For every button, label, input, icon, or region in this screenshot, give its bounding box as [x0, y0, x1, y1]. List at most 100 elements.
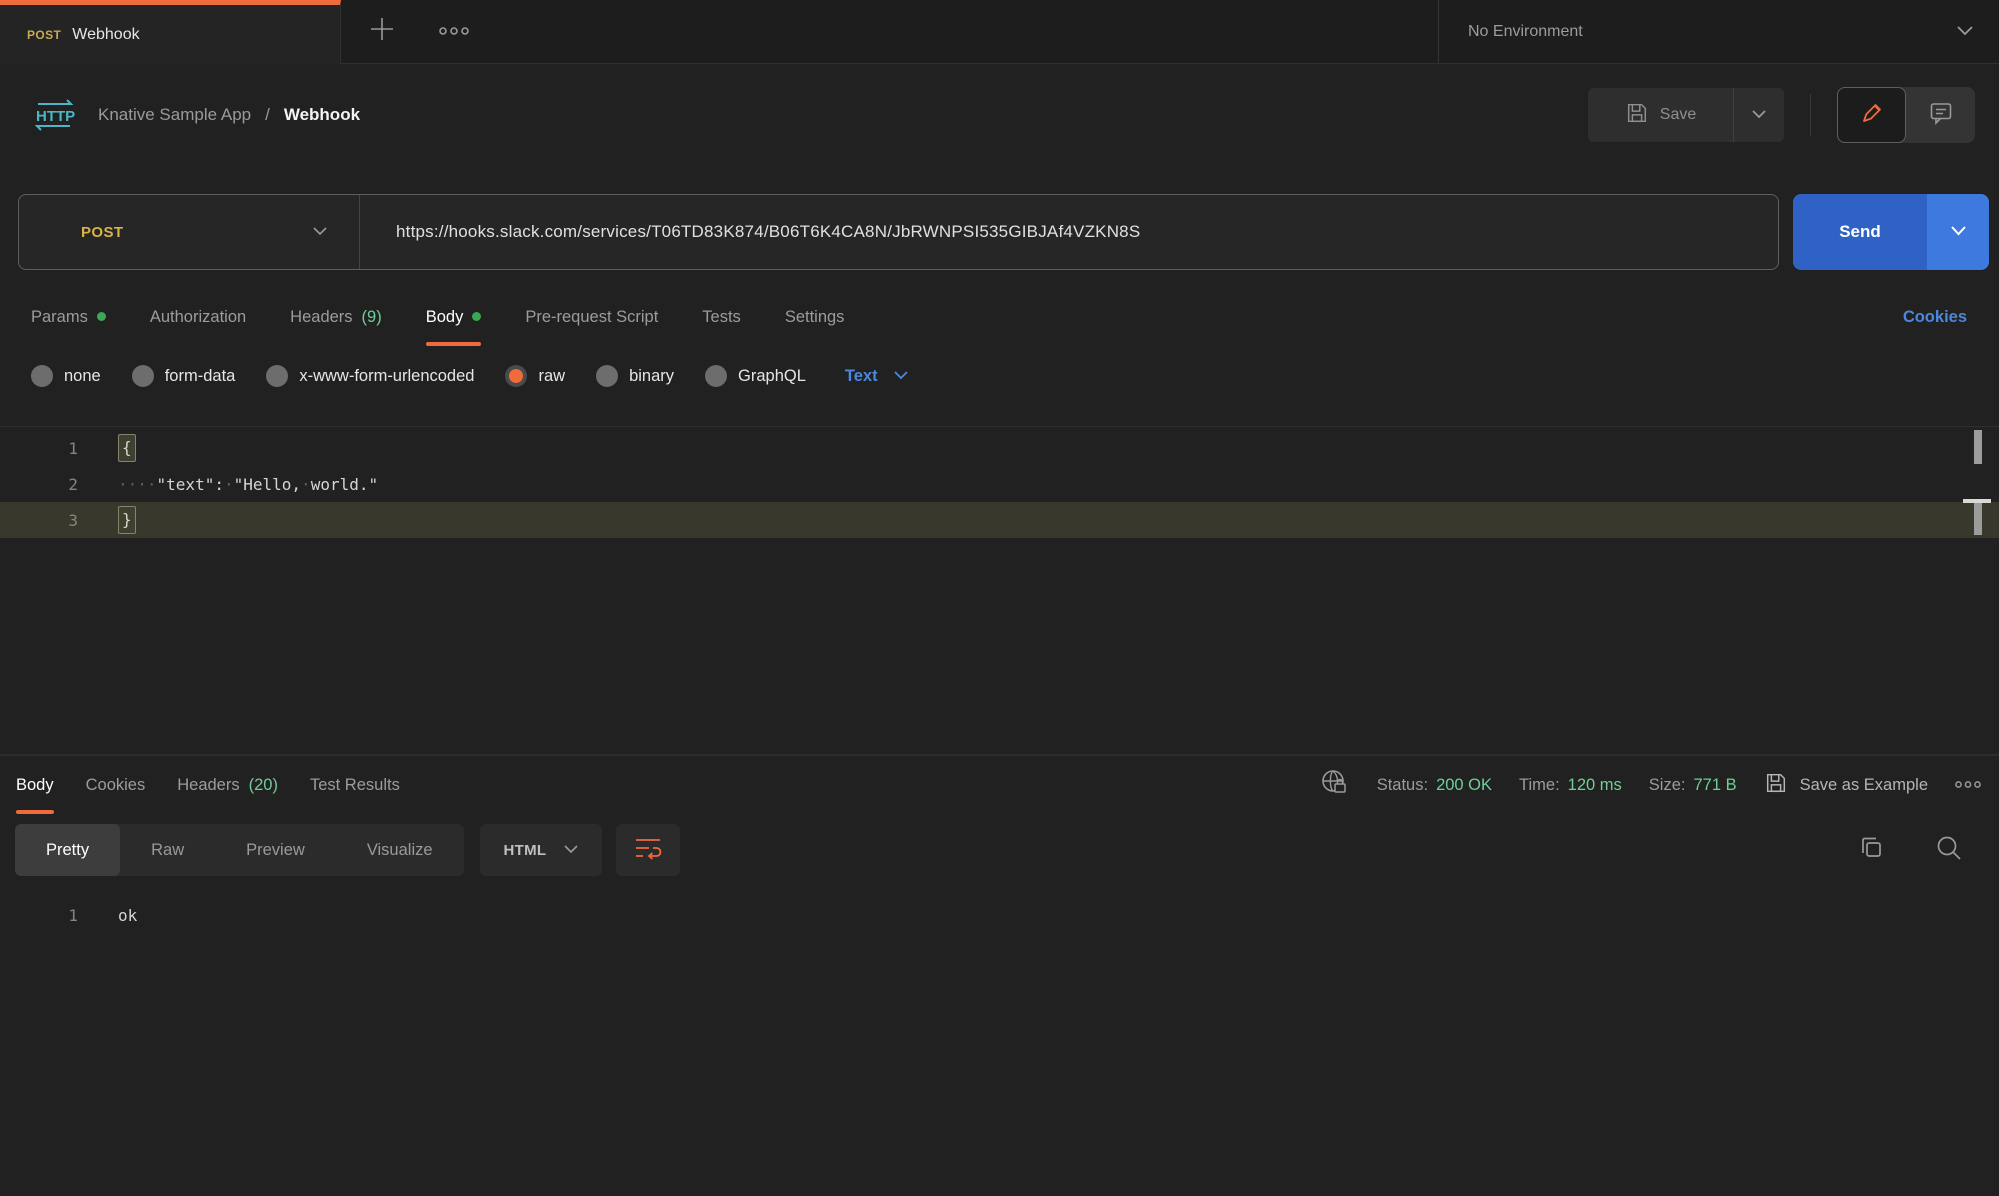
request-body-editor[interactable]: 1 { 2 ····"text":·"Hello,·world." 3 }	[0, 426, 1999, 754]
breadcrumb-collection[interactable]: Knative Sample App	[98, 105, 251, 125]
globe-lock-icon	[1320, 768, 1350, 803]
response-tab-headers[interactable]: Headers (20)	[177, 756, 278, 814]
comment-icon	[1928, 100, 1954, 131]
tab-params-label: Params	[31, 308, 88, 327]
copy-response-button[interactable]	[1857, 834, 1885, 867]
svg-text:HTTP: HTTP	[36, 108, 75, 125]
tab-authorization[interactable]: Authorization	[150, 288, 246, 346]
pencil-icon	[1860, 101, 1884, 130]
url-input[interactable]: https://hooks.slack.com/services/T06TD83…	[360, 222, 1140, 242]
tab-authorization-label: Authorization	[150, 308, 246, 327]
tab-options-button[interactable]	[439, 23, 469, 41]
comments-button[interactable]	[1906, 87, 1975, 143]
mode-none-label: none	[64, 367, 101, 386]
method-label: POST	[81, 224, 123, 241]
mode-none[interactable]: none	[31, 365, 101, 387]
scrollbar-annotation-mark[interactable]	[1974, 430, 1982, 464]
mode-raw[interactable]: raw	[505, 365, 565, 387]
editor-active-line[interactable]: 3 }	[0, 502, 1999, 538]
tab-headers[interactable]: Headers (9)	[290, 288, 382, 346]
raw-type-selector[interactable]: Text	[845, 367, 908, 386]
response-toolbar: Pretty Raw Preview Visualize HTML	[0, 824, 1999, 876]
view-raw[interactable]: Raw	[120, 824, 215, 876]
method-selector[interactable]: POST	[19, 223, 359, 241]
body-modified-dot	[472, 312, 481, 321]
time-meta[interactable]: Time: 120 ms	[1519, 776, 1622, 795]
tab-tests-label: Tests	[702, 308, 741, 327]
save-as-example-button[interactable]: Save as Example	[1764, 771, 1928, 800]
http-protocol-icon: HTTP	[32, 97, 76, 133]
pane-mode-toggle	[1837, 87, 1975, 143]
save-icon	[1625, 101, 1649, 130]
status-meta[interactable]: Status: 200 OK	[1377, 776, 1492, 795]
editor-line[interactable]: 2 ····"text":·"Hello,·world."	[0, 466, 1999, 502]
view-pretty[interactable]: Pretty	[15, 824, 120, 876]
tab-body[interactable]: Body	[426, 288, 482, 346]
tab-params[interactable]: Params	[31, 288, 106, 346]
response-tab-headers-label: Headers	[177, 776, 239, 795]
response-tab-test-results[interactable]: Test Results	[310, 756, 400, 814]
response-tab-cookies[interactable]: Cookies	[86, 756, 146, 814]
divider	[1810, 94, 1811, 136]
search-icon	[1935, 834, 1963, 867]
tab-settings[interactable]: Settings	[785, 288, 845, 346]
view-preview[interactable]: Preview	[215, 824, 336, 876]
request-tab[interactable]: POST Webhook	[0, 0, 341, 64]
new-tab-button[interactable]	[369, 16, 395, 47]
view-preview-label: Preview	[246, 841, 305, 860]
response-tab-body[interactable]: Body	[16, 756, 54, 814]
view-visualize-label: Visualize	[367, 841, 433, 860]
mode-binary-label: binary	[629, 367, 674, 386]
wrap-text-button[interactable]	[616, 824, 680, 876]
scrollbar-annotation-mark[interactable]	[1974, 503, 1982, 535]
size-meta[interactable]: Size: 771 B	[1649, 776, 1737, 795]
json-value: world."	[311, 475, 378, 494]
breadcrumb-request-name[interactable]: Webhook	[284, 105, 360, 125]
network-info-button[interactable]	[1320, 768, 1350, 803]
mode-form-data[interactable]: form-data	[132, 365, 236, 387]
tab-pre-request-label: Pre-request Script	[525, 308, 658, 327]
save-as-example-label: Save as Example	[1800, 776, 1928, 795]
top-tab-bar: POST Webhook No Environment	[0, 0, 1999, 64]
radio-icon	[705, 365, 727, 387]
line-number: 3	[0, 511, 78, 530]
response-tab-cookies-label: Cookies	[86, 776, 146, 795]
search-response-button[interactable]	[1935, 834, 1963, 867]
json-key: "text":	[157, 475, 224, 494]
send-options-button[interactable]	[1927, 194, 1989, 270]
raw-type-label: Text	[845, 367, 878, 386]
close-brace: }	[118, 506, 136, 534]
view-visualize[interactable]: Visualize	[336, 824, 464, 876]
send-button[interactable]: Send	[1793, 194, 1927, 270]
breadcrumb-row: HTTP Knative Sample App / Webhook Save	[0, 64, 1999, 166]
cookies-link[interactable]: Cookies	[1903, 308, 1967, 327]
response-format-selector[interactable]: HTML	[480, 824, 603, 876]
request-tab-method: POST	[27, 28, 61, 42]
editor-line[interactable]: 1 {	[0, 430, 1999, 466]
environment-selector[interactable]: No Environment	[1438, 0, 1999, 63]
mode-urlencoded[interactable]: x-www-form-urlencoded	[266, 365, 474, 387]
response-options-button[interactable]	[1955, 776, 1981, 794]
whitespace-dot: ·	[224, 475, 234, 494]
tab-headers-label: Headers	[290, 308, 352, 327]
response-format-label: HTML	[504, 842, 547, 859]
response-view-switcher: Pretty Raw Preview Visualize	[15, 824, 464, 876]
tab-tests[interactable]: Tests	[702, 288, 741, 346]
radio-icon	[132, 365, 154, 387]
mode-binary[interactable]: binary	[596, 365, 674, 387]
save-options-button[interactable]	[1733, 88, 1784, 142]
mode-raw-label: raw	[538, 367, 565, 386]
request-tab-title: Webhook	[72, 26, 139, 44]
mode-graphql[interactable]: GraphQL	[705, 365, 806, 387]
response-body-viewer[interactable]: 1 ok	[0, 906, 1999, 925]
save-button-label: Save	[1660, 106, 1696, 124]
status-label: Status:	[1377, 776, 1428, 795]
tab-pre-request-script[interactable]: Pre-request Script	[525, 288, 658, 346]
tab-settings-label: Settings	[785, 308, 845, 327]
save-button[interactable]: Save	[1588, 88, 1733, 142]
mode-graphql-label: GraphQL	[738, 367, 806, 386]
line-number: 1	[0, 906, 78, 925]
edit-mode-button[interactable]	[1837, 87, 1906, 143]
more-options-icon	[1955, 776, 1981, 794]
radio-selected-icon	[505, 365, 527, 387]
